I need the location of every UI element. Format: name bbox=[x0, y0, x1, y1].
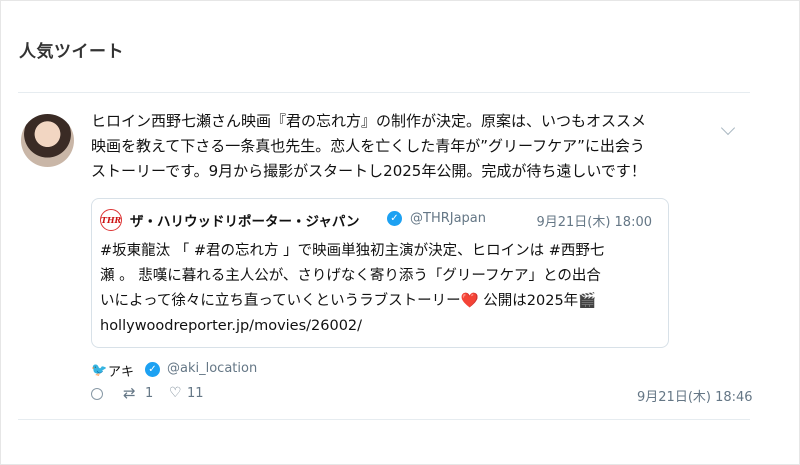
quoted-author-handle[interactable]: @THRJapan bbox=[410, 211, 486, 226]
author-name[interactable]: アキ bbox=[108, 361, 134, 380]
thr-logo[interactable]: THR bbox=[100, 209, 122, 231]
tweet-date[interactable]: 9月21日(木) 18:46 bbox=[637, 386, 753, 405]
twitter-bird-icon: 🐦 bbox=[91, 363, 108, 378]
verified-icon: ✓ bbox=[387, 211, 402, 226]
reply-icon[interactable] bbox=[91, 388, 103, 400]
retweet-icon[interactable]: ⇄ bbox=[123, 384, 136, 402]
bottom-divider bbox=[18, 419, 750, 420]
author-handle[interactable]: @aki_location bbox=[167, 361, 257, 376]
avatar[interactable] bbox=[21, 114, 74, 167]
heart-icon[interactable]: ♡ bbox=[169, 385, 182, 401]
verified-icon: ✓ bbox=[145, 362, 160, 377]
retweet-count: 1 bbox=[145, 386, 154, 401]
quoted-tweet-date[interactable]: 9月21日(木) 18:00 bbox=[536, 211, 652, 230]
quoted-author-name[interactable]: ザ・ハリウッドリポーター・ジャパン bbox=[130, 210, 360, 230]
header-divider bbox=[18, 92, 750, 93]
tweet-actions: ⇄ 1 ♡ 11 bbox=[91, 384, 291, 406]
quoted-tweet-body: #坂東龍汰 「 #君の忘れ方 」で映画単独初主演が決定、ヒロインは #西野七 瀬… bbox=[100, 243, 605, 334]
tweet-author: 🐦 アキ ✓ @aki_location bbox=[91, 361, 391, 380]
popular-tweets-header: 人気ツイート bbox=[19, 42, 124, 62]
quoted-tweet-header: THR ザ・ハリウッドリポーター・ジャパン ✓ @THRJapan 9月21日(… bbox=[100, 209, 660, 231]
tweet-text: ヒロイン西野七瀬さん映画『君の忘れ方』の制作が決定。原案は、いつもオススメ 映画… bbox=[91, 112, 647, 180]
quoted-tweet[interactable]: THR ザ・ハリウッドリポーター・ジャパン ✓ @THRJapan 9月21日(… bbox=[91, 198, 669, 348]
like-count: 11 bbox=[187, 386, 204, 401]
chevron-down-icon[interactable] bbox=[720, 120, 736, 136]
